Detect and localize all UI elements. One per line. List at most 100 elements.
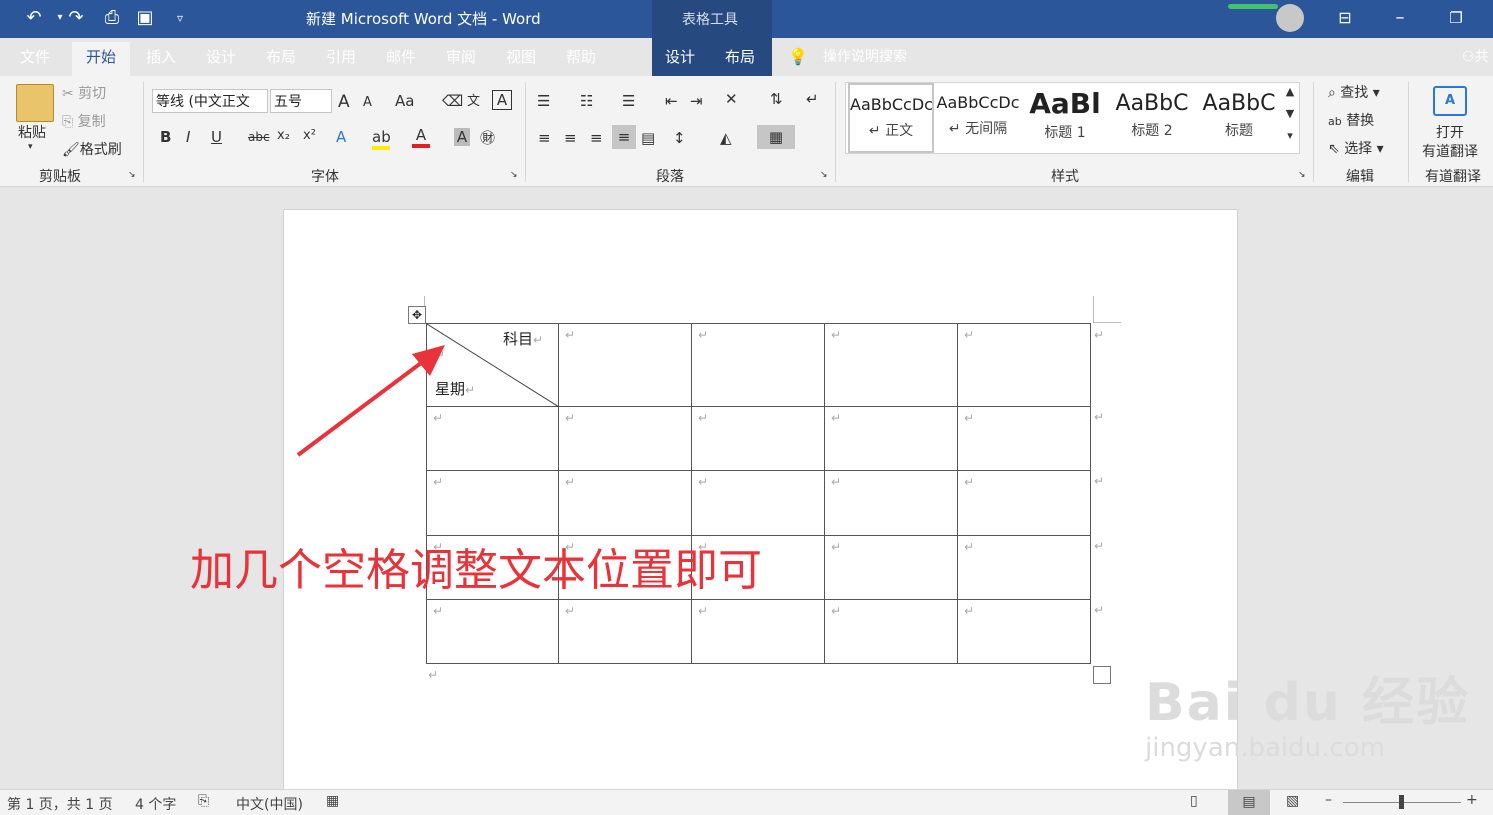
chinese-layout-icon[interactable]: ✕	[725, 90, 738, 108]
clipboard-launcher-icon[interactable]: ↘	[128, 170, 136, 180]
bold-icon[interactable]: B	[160, 128, 171, 146]
show-marks-icon[interactable]: ↵	[806, 90, 819, 108]
save-icon[interactable]: ▣	[133, 6, 157, 30]
multilevel-list-icon[interactable]: ☰	[622, 92, 635, 110]
table-cell[interactable]: ↵	[824, 470, 958, 536]
header-top-text[interactable]: 科目↵	[503, 328, 543, 349]
table-cell[interactable]: ↵	[558, 470, 692, 536]
read-mode-icon[interactable]: ▯	[1190, 793, 1198, 809]
table-cell[interactable]: ↵	[558, 406, 692, 471]
table-resize-handle[interactable]	[1093, 666, 1111, 684]
bullets-icon[interactable]: ☰	[537, 92, 550, 110]
table-cell[interactable]: ↵	[824, 323, 958, 407]
table-cell[interactable]: ↵	[691, 323, 825, 407]
strikethrough-icon[interactable]: abc	[248, 130, 270, 144]
sort-icon[interactable]: ⇅	[770, 90, 783, 108]
macro-icon[interactable]: ▦	[326, 793, 339, 809]
align-center-icon[interactable]: ≡	[564, 129, 577, 147]
style-no-spacing[interactable]: AaBbCcDc ↵ 无间隔	[935, 83, 1021, 153]
minimize-icon[interactable]: –	[1388, 6, 1412, 30]
paste-button[interactable]: 粘贴	[18, 122, 46, 142]
tab-table-layout[interactable]: 布局	[724, 46, 756, 68]
tab-layout[interactable]: 布局	[265, 46, 297, 68]
tab-references[interactable]: 引用	[325, 46, 357, 68]
borders-icon[interactable]: ▦	[757, 125, 795, 149]
shrink-font-icon[interactable]: A	[363, 95, 372, 110]
table-cell[interactable]: ↵	[957, 599, 1091, 664]
style-heading-1[interactable]: AaBl 标题 1	[1022, 83, 1108, 153]
table-cell[interactable]: ↵	[558, 323, 692, 407]
tell-me-search[interactable]: 操作说明搜索	[820, 46, 910, 68]
style-heading-2[interactable]: AaBbC 标题 2	[1109, 83, 1195, 153]
share-button[interactable]: ⚇共	[1462, 46, 1492, 68]
styles-launcher-icon[interactable]: ↘	[1298, 170, 1306, 180]
char-border-icon[interactable]: A	[492, 90, 512, 110]
highlight-icon[interactable]: ab	[372, 128, 391, 150]
underline-icon[interactable]: U	[211, 128, 222, 146]
translate-icon[interactable]: A	[1433, 86, 1467, 116]
align-left-icon[interactable]: ≡	[538, 129, 551, 147]
format-painter-button[interactable]: 🖌格式刷	[62, 139, 122, 159]
table-cell[interactable]: ↵	[957, 535, 1091, 600]
distributed-icon[interactable]: ▤	[641, 129, 655, 147]
superscript-icon[interactable]: x²	[303, 128, 316, 143]
paste-dropdown-icon[interactable]: ▾	[28, 142, 33, 152]
page-count[interactable]: 第 1 页，共 1 页	[7, 794, 113, 814]
style-title[interactable]: AaBbC 标题	[1196, 83, 1282, 153]
table-cell[interactable]: ↵	[691, 406, 825, 471]
paste-icon[interactable]	[16, 84, 54, 122]
decrease-indent-icon[interactable]: ⇤	[665, 92, 678, 110]
italic-icon[interactable]: I	[186, 128, 190, 146]
table-cell[interactable]: ↵	[691, 470, 825, 536]
youdao-translate-label[interactable]: 有道翻译	[1422, 141, 1478, 161]
subscript-icon[interactable]: x₂	[277, 128, 290, 143]
grow-font-icon[interactable]: A	[338, 92, 350, 112]
tab-table-design[interactable]: 设计	[664, 46, 696, 68]
table-cell[interactable]: ↵	[691, 599, 825, 664]
tab-insert[interactable]: 插入	[145, 46, 177, 68]
tab-file[interactable]: 文件	[20, 46, 50, 68]
table-cell[interactable]: ↵	[426, 470, 559, 536]
font-name-combo[interactable]: 等线 (中文正文	[152, 89, 268, 113]
char-shading-icon[interactable]: A	[454, 128, 470, 146]
proofing-icon[interactable]: ⎘	[198, 793, 209, 809]
tab-home[interactable]: 开始	[72, 42, 130, 76]
increase-indent-icon[interactable]: ⇥	[690, 92, 703, 110]
avatar[interactable]	[1276, 4, 1304, 32]
table-cell[interactable]: ↵	[426, 599, 559, 664]
language-status[interactable]: 中文(中国)	[236, 794, 303, 814]
justify-icon[interactable]: ≡	[612, 125, 636, 149]
tab-design[interactable]: 设计	[205, 46, 237, 68]
numbering-icon[interactable]: ☷	[580, 92, 593, 110]
font-size-combo[interactable]: 五号	[270, 89, 332, 113]
table-cell[interactable]: ↵	[957, 323, 1091, 407]
tab-help[interactable]: 帮助	[565, 46, 597, 68]
youdao-open-label[interactable]: 打开	[1436, 122, 1464, 142]
table-cell[interactable]: ↵	[558, 599, 692, 664]
table-cell[interactable]: ↵	[957, 470, 1091, 536]
cut-button[interactable]: ✂ 剪切	[62, 83, 106, 103]
styles-more-icon[interactable]: ▾	[1282, 129, 1298, 142]
table-cell[interactable]: ↵	[824, 406, 958, 471]
font-color-icon[interactable]: A	[412, 126, 430, 148]
clear-format-icon[interactable]: ⌫	[442, 92, 463, 110]
replace-button[interactable]: ab 替换	[1328, 110, 1374, 130]
restore-icon[interactable]: ❐	[1444, 6, 1468, 30]
styles-scroll-up-icon[interactable]: ▲	[1282, 85, 1298, 98]
table-cell[interactable]: ↵	[824, 599, 958, 664]
text-effects-icon[interactable]: A	[336, 128, 346, 146]
table-cell[interactable]: ↵	[957, 406, 1091, 471]
line-spacing-icon[interactable]: ↕	[673, 129, 686, 147]
print-preview-icon[interactable]: ⎙	[100, 6, 124, 30]
table[interactable]: 科目↵ ↵ 星期↵ ↵ ↵ ↵ ↵ ↵ ↵ ↵ ↵ ↵ ↵ ↵ ↵ ↵ ↵ ↵ …	[426, 323, 1091, 664]
phonetic-guide-icon[interactable]: 文	[467, 90, 480, 109]
enclose-char-icon[interactable]: ㊖	[480, 127, 495, 148]
font-launcher-icon[interactable]: ↘	[510, 170, 518, 180]
undo-icon[interactable]: ↶	[22, 6, 46, 30]
zoom-in-icon[interactable]: +	[1466, 792, 1478, 808]
copy-button[interactable]: ⎘ 复制	[62, 111, 106, 131]
change-case-icon[interactable]: Aa	[395, 92, 414, 110]
style-normal[interactable]: AaBbCcDc ↵ 正文	[848, 83, 934, 153]
redo-icon[interactable]: ↷	[64, 6, 88, 30]
print-layout-icon[interactable]: ▤	[1228, 790, 1270, 815]
